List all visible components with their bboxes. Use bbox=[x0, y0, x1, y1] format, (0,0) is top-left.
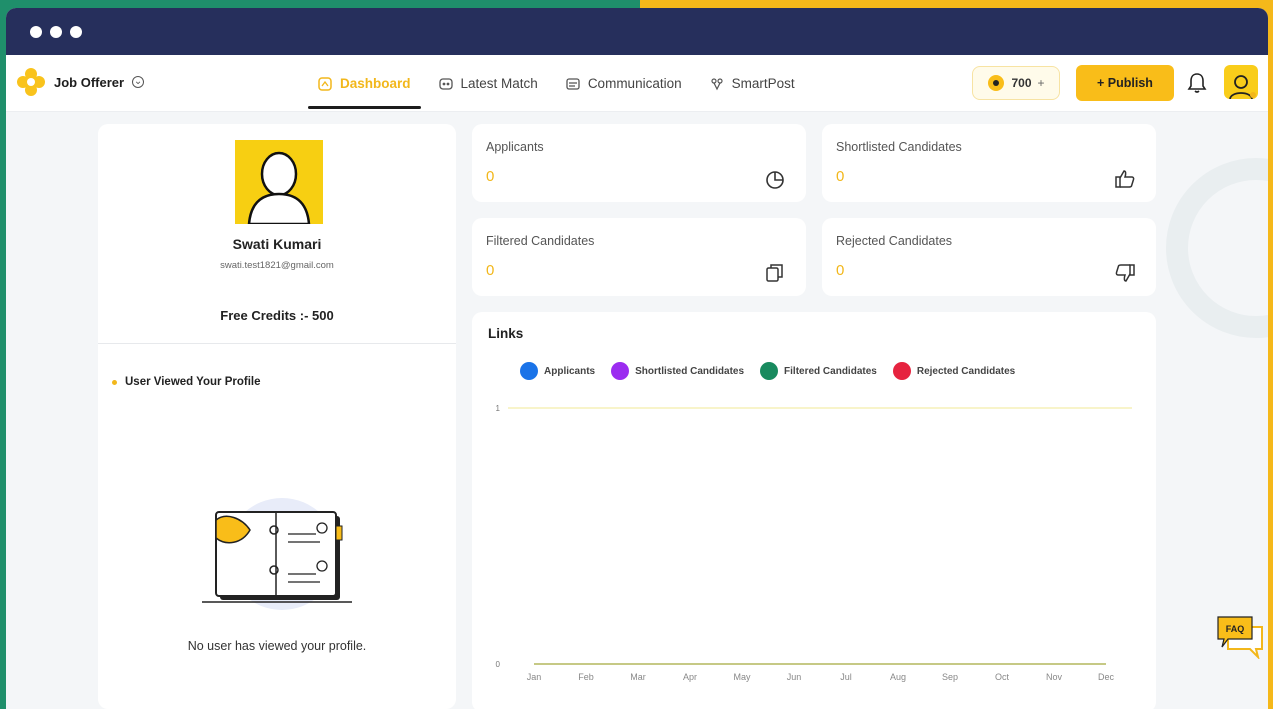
x-tick-label: Aug bbox=[890, 672, 906, 682]
window-maximize-button[interactable] bbox=[70, 25, 82, 38]
stat-card-filtered[interactable]: Filtered Candidates 0 bbox=[472, 218, 806, 296]
bullet-icon bbox=[112, 379, 117, 385]
window-minimize-button[interactable] bbox=[50, 25, 62, 38]
stat-label: Applicants bbox=[486, 140, 544, 154]
legend-label: Shortlisted Candidates bbox=[635, 365, 745, 377]
stat-value: 0 bbox=[486, 262, 495, 279]
app-window: Job Offerer ⌄ Dashboard Latest Match Com… bbox=[6, 8, 1268, 709]
legend-swatch bbox=[892, 362, 911, 380]
tab-smartpost[interactable]: SmartPost bbox=[698, 55, 807, 112]
add-credits-button[interactable]: + bbox=[1038, 76, 1045, 90]
stat-label: Filtered Candidates bbox=[486, 234, 595, 248]
x-tick-label: Apr bbox=[683, 672, 697, 682]
x-tick-label: Oct bbox=[995, 672, 1010, 682]
x-tick-label: Feb bbox=[578, 672, 594, 682]
stat-value: 0 bbox=[836, 262, 845, 279]
profile-card: Swati Kumari swati.test1821@gmail.com Fr… bbox=[98, 124, 456, 709]
coin-icon bbox=[988, 75, 1005, 91]
stat-card-rejected[interactable]: Rejected Candidates 0 bbox=[822, 218, 1156, 296]
tab-label: Dashboard bbox=[340, 76, 411, 91]
legend-label: Rejected Candidates bbox=[916, 365, 1016, 377]
legend-item-shortlisted[interactable]: Shortlisted Candidates bbox=[611, 362, 744, 380]
legend-item-rejected[interactable]: Rejected Candidates bbox=[892, 362, 1016, 380]
faq-chat-button[interactable]: FAQ bbox=[1216, 613, 1266, 659]
x-tick-label: Dec bbox=[1098, 672, 1115, 682]
tab-label: Latest Match bbox=[460, 76, 538, 91]
chart-title: Links bbox=[488, 326, 524, 341]
chat-icon bbox=[566, 77, 580, 90]
online-status-dot bbox=[1250, 92, 1256, 98]
free-credits: Free Credits :- 500 bbox=[220, 308, 334, 323]
tab-communication[interactable]: Communication bbox=[554, 55, 694, 112]
brand-switcher[interactable]: Job Offerer ⌄ bbox=[16, 67, 145, 97]
tab-latest-match[interactable]: Latest Match bbox=[427, 55, 550, 112]
window-close-button[interactable] bbox=[30, 25, 42, 38]
tab-dashboard[interactable]: Dashboard bbox=[306, 55, 423, 112]
x-tick-label: May bbox=[733, 672, 751, 682]
profile-name: Swati Kumari bbox=[232, 236, 322, 252]
stat-label: Rejected Candidates bbox=[836, 234, 953, 248]
tab-label: SmartPost bbox=[731, 76, 795, 91]
legend-swatch bbox=[520, 362, 538, 380]
publish-button[interactable]: + Publish bbox=[1076, 65, 1174, 101]
flower-logo-icon bbox=[17, 68, 45, 96]
stat-value: 0 bbox=[486, 168, 495, 185]
thumbs-up-icon bbox=[1115, 170, 1135, 188]
x-tick-label: Nov bbox=[1046, 672, 1063, 682]
thumbs-down-icon bbox=[1115, 264, 1135, 282]
x-tick-label: Mar bbox=[630, 672, 646, 682]
copy-icon bbox=[766, 264, 783, 282]
chart-legend: Applicants Shortlisted Candidates Filter… bbox=[520, 362, 1015, 380]
legend-swatch bbox=[760, 362, 779, 380]
x-tick-label: Sep bbox=[942, 672, 958, 682]
y-tick-label: 1 bbox=[496, 404, 501, 413]
match-icon bbox=[438, 77, 453, 90]
stat-value: 0 bbox=[836, 168, 845, 185]
stat-label: Shortlisted Candidates bbox=[836, 140, 962, 154]
top-navigation: Job Offerer ⌄ Dashboard Latest Match Com… bbox=[6, 55, 1268, 112]
faq-label: FAQ bbox=[1226, 624, 1245, 634]
user-silhouette-icon bbox=[247, 151, 311, 224]
stat-card-shortlisted[interactable]: Shortlisted Candidates 0 bbox=[822, 124, 1156, 202]
legend-item-filtered[interactable]: Filtered Candidates bbox=[760, 362, 877, 380]
background-decoration bbox=[1166, 158, 1268, 338]
links-chart-card: Links Applicants Shortlisted Candidates … bbox=[472, 312, 1156, 709]
smartpost-icon bbox=[711, 77, 723, 90]
title-bar bbox=[6, 8, 1268, 55]
brand-name: Job Offerer bbox=[54, 74, 125, 90]
divider bbox=[98, 343, 456, 344]
profile-viewers-title: User Viewed Your Profile bbox=[125, 376, 261, 388]
credits-balance[interactable]: 700 + bbox=[972, 66, 1060, 100]
dashboard-icon bbox=[318, 76, 332, 91]
empty-notebook-illustration bbox=[202, 498, 352, 610]
legend-swatch bbox=[611, 362, 630, 380]
legend-label: Filtered Candidates bbox=[784, 365, 877, 377]
chevron-down-circle-icon: ⌄ bbox=[132, 76, 145, 88]
profile-email: swati.test1821@gmail.com bbox=[220, 260, 334, 271]
x-tick-label: Jun bbox=[787, 672, 802, 682]
main-tabs: Dashboard Latest Match Communication Sma… bbox=[306, 55, 811, 112]
pie-chart-icon bbox=[766, 171, 784, 189]
legend-label: Applicants bbox=[544, 365, 596, 377]
x-tick-label: Jul bbox=[840, 672, 852, 682]
bell-icon[interactable] bbox=[1187, 72, 1207, 94]
credits-value: 700 bbox=[1011, 76, 1032, 90]
x-tick-label: Jan bbox=[527, 672, 542, 682]
profile-photo bbox=[235, 140, 323, 224]
profile-viewers-heading: User Viewed Your Profile bbox=[112, 376, 261, 388]
links-line-chart: 1 0 Jan Feb Mar Apr May Jun Jul Aug Sep Oct Nov Dec bbox=[496, 404, 1132, 682]
stat-card-applicants[interactable]: Applicants 0 bbox=[472, 124, 806, 202]
legend-item-applicants[interactable]: Applicants bbox=[520, 362, 595, 380]
tab-label: Communication bbox=[587, 76, 682, 91]
empty-viewers-message: No user has viewed your profile. bbox=[187, 639, 367, 653]
y-tick-label: 0 bbox=[496, 660, 501, 669]
